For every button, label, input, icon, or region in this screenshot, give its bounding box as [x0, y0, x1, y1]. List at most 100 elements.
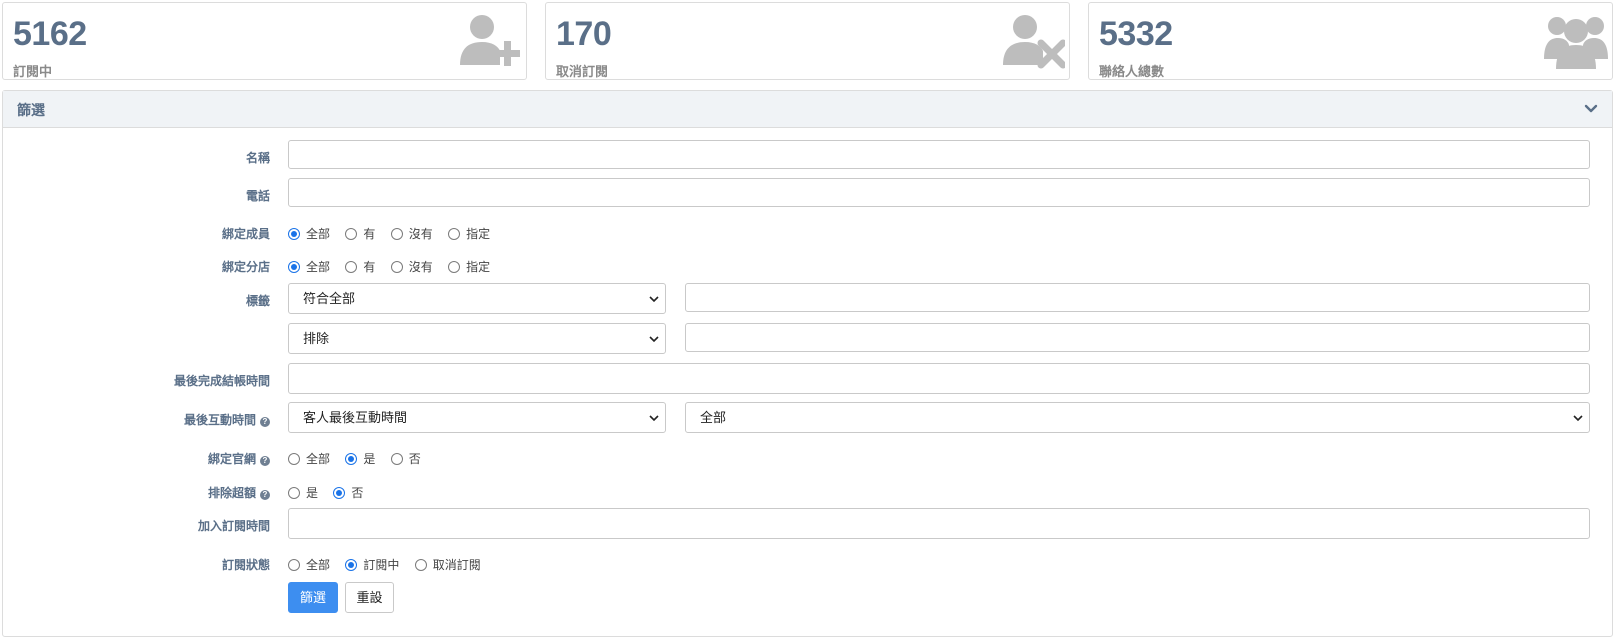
stat-label: 訂閱中 [13, 64, 53, 79]
radio-label: 全部 [306, 558, 331, 572]
chevron-down-icon [649, 415, 659, 422]
chevron-down-icon[interactable] [1584, 102, 1598, 116]
bind-branch-label: 綁定分店 [221, 260, 270, 274]
exclude-overquota-label: 排除超額 [207, 486, 256, 500]
radio-label: 全部 [306, 260, 331, 274]
radio-label: 全部 [306, 227, 331, 241]
stat-label: 聯絡人總數 [1099, 64, 1165, 79]
radio-label: 取消訂閱 [432, 558, 481, 572]
radio-label: 訂閱中 [363, 558, 400, 572]
subscribe-status-label: 訂閱狀態 [221, 558, 270, 572]
radio-label: 否 [351, 486, 364, 500]
phone-label: 電話 [245, 189, 270, 203]
exclude-overquota-radios: 是 否 [288, 484, 375, 501]
help-icon[interactable]: ? [260, 417, 270, 427]
tag-match-input[interactable] [685, 283, 1590, 312]
radio-dot[interactable] [288, 453, 300, 465]
radio-dot[interactable] [390, 453, 403, 465]
radio-dot[interactable] [390, 261, 403, 273]
chevron-down-icon [649, 296, 659, 303]
radio-label: 沒有 [408, 227, 433, 241]
filter-panel-header[interactable]: 篩選 [3, 91, 1612, 128]
radio-label: 有 [363, 260, 376, 274]
stat-value: 5332 [1099, 15, 1173, 53]
radio-dot[interactable] [345, 559, 358, 571]
radio-dot[interactable] [390, 228, 403, 240]
radio-label: 指定 [466, 260, 491, 274]
help-icon[interactable]: ? [260, 490, 270, 500]
exclude-overquota-label-wrap: 排除超額? [0, 484, 270, 501]
radio-no[interactable]: 否 [333, 484, 363, 501]
interaction-type-select[interactable]: 客人最後互動時間 [288, 402, 666, 433]
radio-dot[interactable] [414, 559, 427, 571]
radio-dot[interactable] [345, 261, 358, 273]
radio-dot[interactable] [288, 261, 300, 273]
radio-all[interactable]: 全部 [288, 450, 330, 467]
bind-member-label: 綁定成員 [221, 227, 270, 241]
radio-yes[interactable]: 有 [345, 225, 375, 242]
last-checkout-input[interactable] [288, 363, 1590, 394]
user-plus-icon [460, 15, 520, 66]
radio-all[interactable]: 全部 [288, 225, 330, 242]
radio-unsubscribed[interactable]: 取消訂閱 [414, 556, 481, 573]
tag-exclude-input[interactable] [685, 323, 1590, 352]
radio-label: 沒有 [408, 260, 433, 274]
help-icon[interactable]: ? [260, 456, 270, 466]
chevron-down-icon [1573, 415, 1583, 422]
stat-card-unsubscribed: 170 取消訂閱 [545, 2, 1070, 80]
tag-exclude-select[interactable]: 排除 [288, 323, 666, 354]
radio-all[interactable]: 全部 [288, 258, 330, 275]
filter-reset-button[interactable]: 重設 [345, 582, 394, 613]
last-interaction-label: 最後互動時間 [183, 413, 256, 427]
radio-all[interactable]: 全部 [288, 556, 330, 573]
name-label: 名稱 [245, 151, 270, 165]
tag-exclude-select-value: 排除 [303, 331, 330, 346]
radio-dot[interactable] [448, 228, 461, 240]
filter-submit-button[interactable]: 篩選 [288, 582, 338, 613]
radio-subscribed[interactable]: 訂閱中 [345, 556, 399, 573]
radio-dot[interactable] [345, 228, 358, 240]
bind-member-radios: 全部 有 沒有 指定 [288, 225, 502, 242]
radio-specify[interactable]: 指定 [448, 225, 490, 242]
subscribe-time-label: 加入訂閱時間 [197, 519, 270, 533]
stat-label: 取消訂閱 [556, 64, 609, 79]
radio-dot[interactable] [448, 261, 461, 273]
radio-label: 是 [363, 452, 376, 466]
users-icon [1544, 17, 1608, 69]
phone-input[interactable] [288, 178, 1590, 207]
radio-label: 全部 [306, 452, 331, 466]
bind-website-label-wrap: 綁定官網? [0, 450, 270, 467]
chevron-down-icon [649, 336, 659, 343]
radio-specify[interactable]: 指定 [448, 258, 490, 275]
stat-card-subscribed: 5162 訂閱中 [2, 2, 527, 80]
radio-no[interactable]: 否 [390, 450, 421, 467]
bind-website-label: 綁定官網 [207, 452, 256, 466]
stats-row: 5162 訂閱中 170 取消訂閱 5332 聯絡人總數 [2, 2, 1613, 80]
tag-match-select-value: 符合全部 [303, 291, 356, 306]
filter-panel-title: 篩選 [17, 102, 45, 118]
radio-dot[interactable] [345, 453, 358, 465]
radio-no[interactable]: 沒有 [390, 258, 433, 275]
radio-yes[interactable]: 是 [345, 450, 375, 467]
interaction-type-select-value: 客人最後互動時間 [303, 410, 408, 425]
subscribe-time-input[interactable] [288, 508, 1590, 539]
user-times-icon [1003, 15, 1065, 69]
tag-match-select[interactable]: 符合全部 [288, 283, 666, 314]
radio-dot[interactable] [288, 559, 300, 571]
radio-dot[interactable] [288, 228, 300, 240]
stat-card-total-contacts: 5332 聯絡人總數 [1088, 2, 1613, 80]
last-checkout-label: 最後完成結帳時間 [173, 374, 270, 388]
bind-branch-radios: 全部 有 沒有 指定 [288, 258, 502, 275]
radio-no[interactable]: 沒有 [390, 225, 433, 242]
radio-dot[interactable] [333, 487, 346, 499]
radio-yes[interactable]: 有 [345, 258, 375, 275]
bind-website-radios: 全部 是 否 [288, 450, 433, 467]
radio-label: 有 [363, 227, 376, 241]
radio-label: 否 [408, 452, 421, 466]
radio-yes[interactable]: 是 [288, 484, 318, 501]
interaction-range-select-value: 全部 [700, 410, 727, 425]
name-input[interactable] [288, 140, 1590, 169]
last-interaction-label-wrap: 最後互動時間? [0, 411, 270, 428]
interaction-range-select[interactable]: 全部 [685, 402, 1590, 433]
radio-dot[interactable] [288, 487, 300, 499]
